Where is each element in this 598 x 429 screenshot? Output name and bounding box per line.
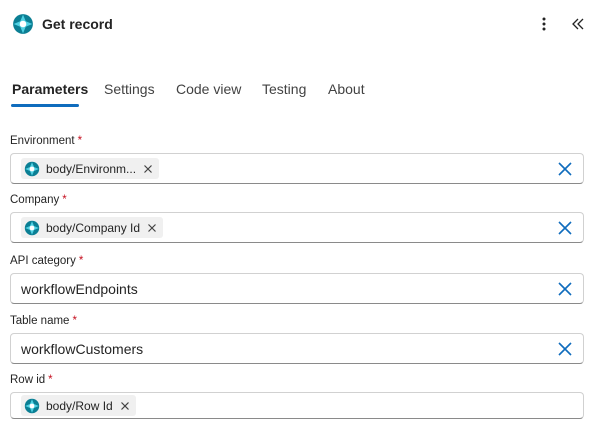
token-label: body/Environm... xyxy=(46,161,137,176)
tab-about[interactable]: About xyxy=(328,81,365,97)
row-id-label: Row id * xyxy=(10,374,53,386)
environment-token[interactable]: body/Environm... xyxy=(21,158,160,179)
token-label: body/Row Id xyxy=(46,398,113,413)
company-token[interactable]: body/Company Id xyxy=(21,217,164,238)
tab-code-view[interactable]: Code view xyxy=(176,81,241,97)
company-field[interactable]: body/Company Id xyxy=(10,212,584,243)
required-marker: * xyxy=(48,374,53,386)
api-category-field[interactable]: workflowEndpoints xyxy=(10,273,584,304)
more-vertical-icon xyxy=(542,17,546,31)
tab-testing[interactable]: Testing xyxy=(262,81,306,97)
row-id-token[interactable]: body/Row Id xyxy=(21,395,136,416)
required-marker: * xyxy=(62,194,67,206)
company-label: Company * xyxy=(10,194,67,206)
tab-settings[interactable]: Settings xyxy=(104,81,155,97)
clear-icon[interactable] xyxy=(557,161,573,177)
required-marker: * xyxy=(77,135,83,147)
panel-header: Get record xyxy=(0,0,598,48)
double-chevron-left-icon xyxy=(572,18,584,30)
tab-list: Parameters Settings Code view Testing Ab… xyxy=(0,76,598,108)
tab-parameters[interactable]: Parameters xyxy=(12,81,88,97)
required-marker: * xyxy=(72,315,77,327)
table-name-value: workflowCustomers xyxy=(21,341,144,357)
api-category-value: workflowEndpoints xyxy=(21,281,138,297)
page-title: Get record xyxy=(42,16,113,32)
dataverse-icon xyxy=(24,398,40,413)
remove-token-icon[interactable] xyxy=(143,164,153,174)
remove-token-icon[interactable] xyxy=(120,401,130,411)
api-category-label: API category * xyxy=(10,255,84,267)
dataverse-icon xyxy=(24,161,40,176)
table-name-field[interactable]: workflowCustomers xyxy=(10,333,584,364)
more-options-button[interactable] xyxy=(534,14,554,34)
required-marker: * xyxy=(78,255,84,267)
active-tab-indicator xyxy=(11,104,79,107)
collapse-panel-button[interactable] xyxy=(568,14,588,34)
environment-label: Environment * xyxy=(10,135,83,147)
clear-icon[interactable] xyxy=(557,281,573,297)
token-label: body/Company Id xyxy=(46,220,141,235)
dataverse-icon xyxy=(13,14,33,34)
environment-field[interactable]: body/Environm... xyxy=(10,153,584,184)
clear-icon[interactable] xyxy=(557,220,573,236)
table-name-label: Table name * xyxy=(10,315,77,327)
remove-token-icon[interactable] xyxy=(147,223,157,233)
clear-icon[interactable] xyxy=(557,341,573,357)
row-id-field[interactable]: body/Row Id xyxy=(10,392,584,419)
dataverse-icon xyxy=(24,220,40,235)
